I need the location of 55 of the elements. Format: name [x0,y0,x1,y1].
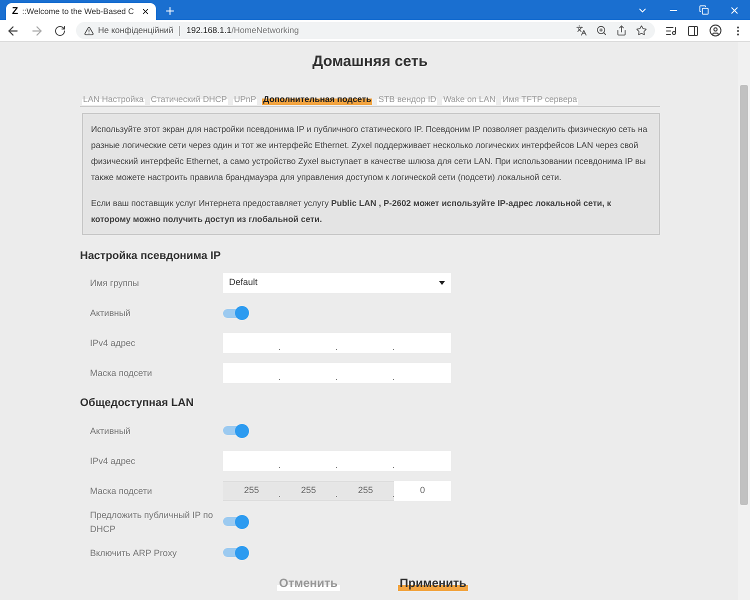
field-label: Имя группы [89,277,140,290]
close-icon[interactable] [141,7,150,16]
tab[interactable]: Статический DHCP [150,94,228,104]
browser-tab[interactable]: Z ::Welcome to the Web-Based C [6,3,156,20]
toggle-switch[interactable] [223,514,249,528]
octet-field[interactable] [394,450,451,470]
tab-favicon: Z [12,5,18,19]
field-label: Маска подсети [89,367,154,380]
tab[interactable]: LAN Настройка [82,94,145,104]
forward-icon[interactable] [30,24,44,38]
back-icon[interactable] [6,24,20,38]
url-text: 192.168.1.1/HomeNetworking [186,24,299,37]
page-title: Домашняя сеть [311,52,429,72]
restore-icon[interactable] [699,5,709,15]
tab-title: ::Welcome to the Web-Based C [22,6,135,18]
tab[interactable]: UPnP [232,94,258,104]
dropdown-arrow-icon [439,281,445,285]
new-tab-icon[interactable] [164,5,176,17]
translate-icon[interactable] [576,25,587,36]
octet-field[interactable] [223,450,280,470]
info-paragraph: Используйте этот экран для настройки псевдонима IP и публичного статического IP. Псевдоним IP позволяет разделить физическую сеть на разные логические сети через один и тот же интерфейс Ethernet. Zyxel поддерживает несколько логических интерфейсов LAN через свой физический интерфейс Ethernet, а само устройство Zyxel выступает в качестве шлюза для сети LAN. При использовании псевдонима IP вы также можете настроить правила брандмауэра для управления доступом к логической сети (подсети) локальной сети. [91,122,648,184]
toggle-switch[interactable] [223,306,249,320]
profile-icon[interactable] [709,24,722,37]
field-label: Предложить публичный IP по DHCP [89,508,214,536]
octet-field[interactable] [223,363,280,383]
info-paragraph: Если ваш поставщик услуг Интернета предоставляет услугу Public LAN , P-2602 может используйте IP-адрес локальной сети, к которому можно получить доступ из глобальной сети. [91,196,612,226]
octet-field[interactable] [223,333,280,353]
share-icon[interactable] [616,25,627,36]
star-icon[interactable] [636,25,647,36]
side-panel-icon[interactable] [687,24,699,36]
field-label: IPv4 адрес [89,454,136,468]
scrollbar[interactable] [738,42,750,600]
reload-icon[interactable] [54,24,66,36]
cancel-button[interactable]: Отменить [277,576,340,590]
media-icon[interactable] [665,24,677,36]
toggle-switch[interactable] [223,424,249,438]
security-label: Не конфіденційний [98,24,174,37]
field-label: Маска подсети [89,484,154,498]
section-title: Общедоступная LAN [80,396,195,411]
field-label: Активный [89,307,132,320]
octet-field[interactable] [394,333,451,353]
toggle-switch[interactable] [223,546,249,560]
group-select[interactable]: Default [223,273,451,293]
address-bar[interactable]: Не конфіденційний 192.168.1.1/HomeNetworking [76,22,655,39]
field-label: Включить ARP Proxy [89,546,178,560]
octet-field[interactable] [394,363,451,383]
warning-icon [84,26,94,36]
octet-field[interactable]: 0 [394,480,451,500]
tab[interactable]: STB вендор ID [377,94,438,104]
zoom-icon[interactable] [596,25,607,36]
tab[interactable]: Wake on LAN [442,94,496,104]
field-label: IPv4 адрес [89,337,136,350]
section-title: Настройка псевдонима IP [80,248,222,264]
field-label: Активный [89,424,132,438]
tab[interactable]: Имя TFTP сервера [501,94,578,104]
